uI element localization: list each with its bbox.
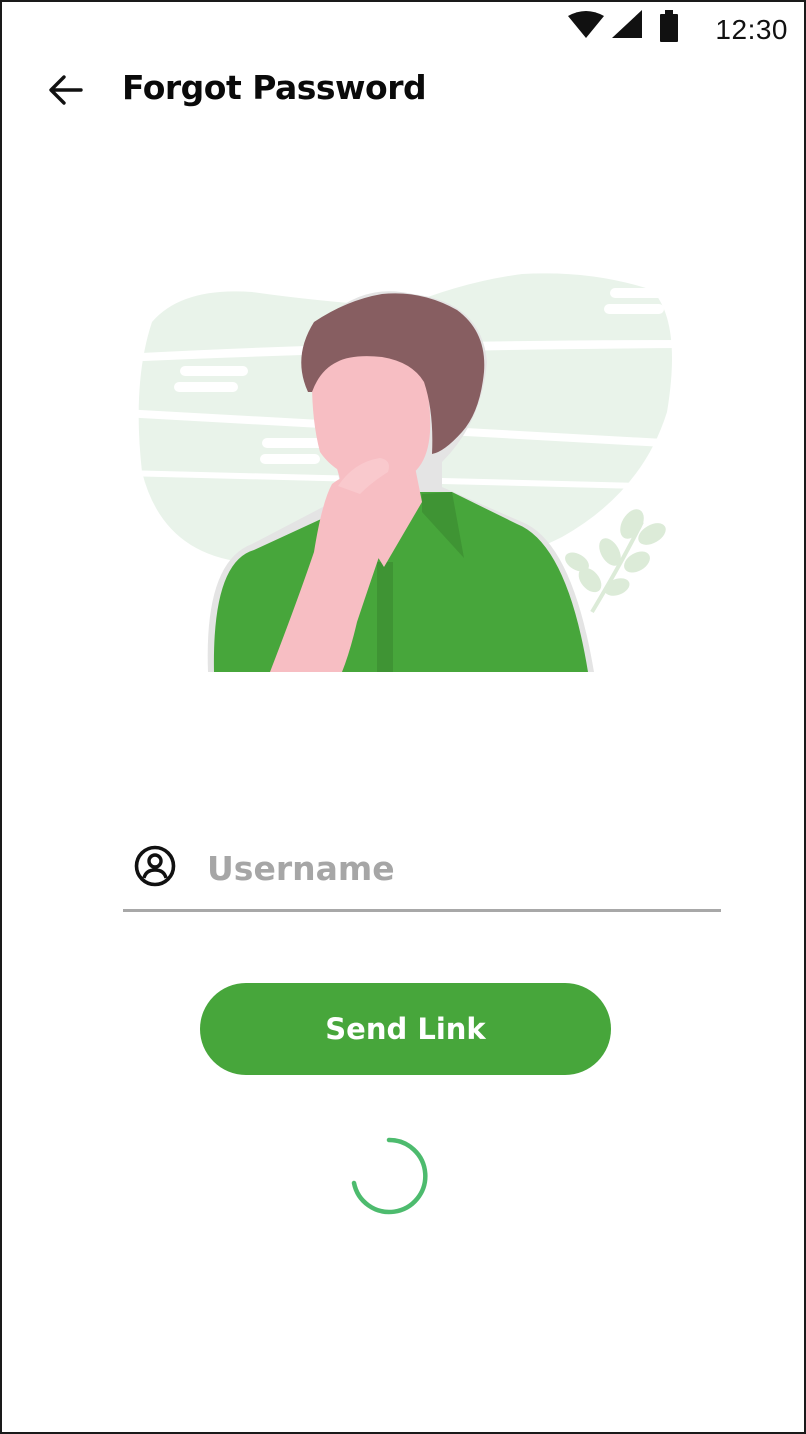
status-icons [568, 10, 678, 42]
signal-icon [612, 10, 642, 38]
wifi-icon [568, 11, 604, 38]
shirt-placket [377, 562, 393, 672]
user-circle-icon [134, 845, 176, 887]
send-link-button[interactable]: Send Link [200, 983, 611, 1075]
username-input[interactable] [207, 838, 707, 898]
arrow-left-icon [49, 75, 83, 105]
status-bar: 12:30 [2, 2, 804, 52]
username-field[interactable] [123, 832, 721, 912]
spinner-icon [351, 1137, 428, 1215]
back-button[interactable] [42, 70, 88, 110]
phone-screen: 12:30 Forgot Password Username Send Link [0, 0, 806, 1434]
app-bar: Forgot Password [2, 52, 804, 130]
page-title: Forgot Password [122, 68, 427, 107]
person-thinking-illustration [122, 273, 682, 672]
status-time: 12:30 [715, 14, 788, 45]
battery-icon [660, 10, 678, 42]
